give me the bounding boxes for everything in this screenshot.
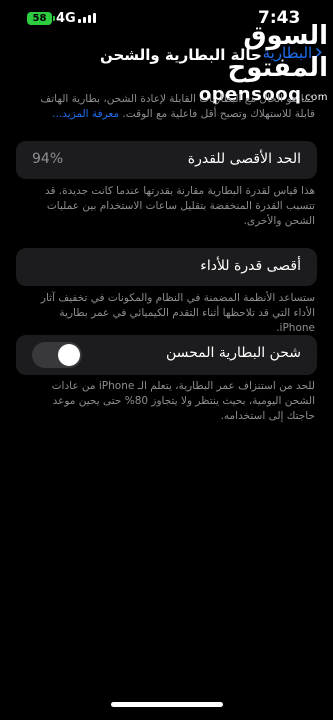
clock: 7:43 [258,8,301,28]
max-capacity-value: 94% [32,151,64,167]
toggle-knob [58,344,80,366]
optimized-charging-row: شحن البطارية المحسن [16,335,317,375]
peak-performance-row: أقصى قدرة للأداء [16,248,317,286]
home-indicator[interactable] [111,702,223,707]
back-button[interactable]: ‹ البطارية [262,40,323,65]
battery-icon: 58 [27,12,55,25]
peak-performance-label: أقصى قدرة للأداء [200,258,301,274]
max-capacity-description: هذا قياس لقدرة البطارية مقارنة بقدرتها ع… [44,185,315,227]
chevron-back-icon: ‹ [314,40,323,65]
network-type: 4G [56,11,76,26]
page-title: حالة البطارية والشحن [100,46,262,64]
optimized-charging-description: للحد من استنزاف عمر البطارية، يتعلم الـ … [51,380,315,422]
back-label: البطارية [262,44,313,62]
intro-description: كما هو الحال مع البطاريات القابلة لإعادة… [40,93,315,120]
optimized-charging-toggle[interactable] [32,342,82,368]
max-capacity-row: الحد الأقصى للقدرة 94% [16,141,317,179]
learn-more-link[interactable]: معرفة المزيد... [52,108,119,120]
peak-performance-description: ستساعد الأنظمة المضمنة في النظام والمكون… [40,292,315,334]
signal-icon [78,13,96,23]
optimized-charging-label: شحن البطارية المحسن [165,345,301,361]
status-bar: 58 4G 7:43 [0,0,333,40]
max-capacity-label: الحد الأقصى للقدرة [187,151,301,167]
battery-level: 58 [32,13,47,24]
navigation-bar: ‹ البطارية حالة البطارية والشحن [0,38,333,74]
